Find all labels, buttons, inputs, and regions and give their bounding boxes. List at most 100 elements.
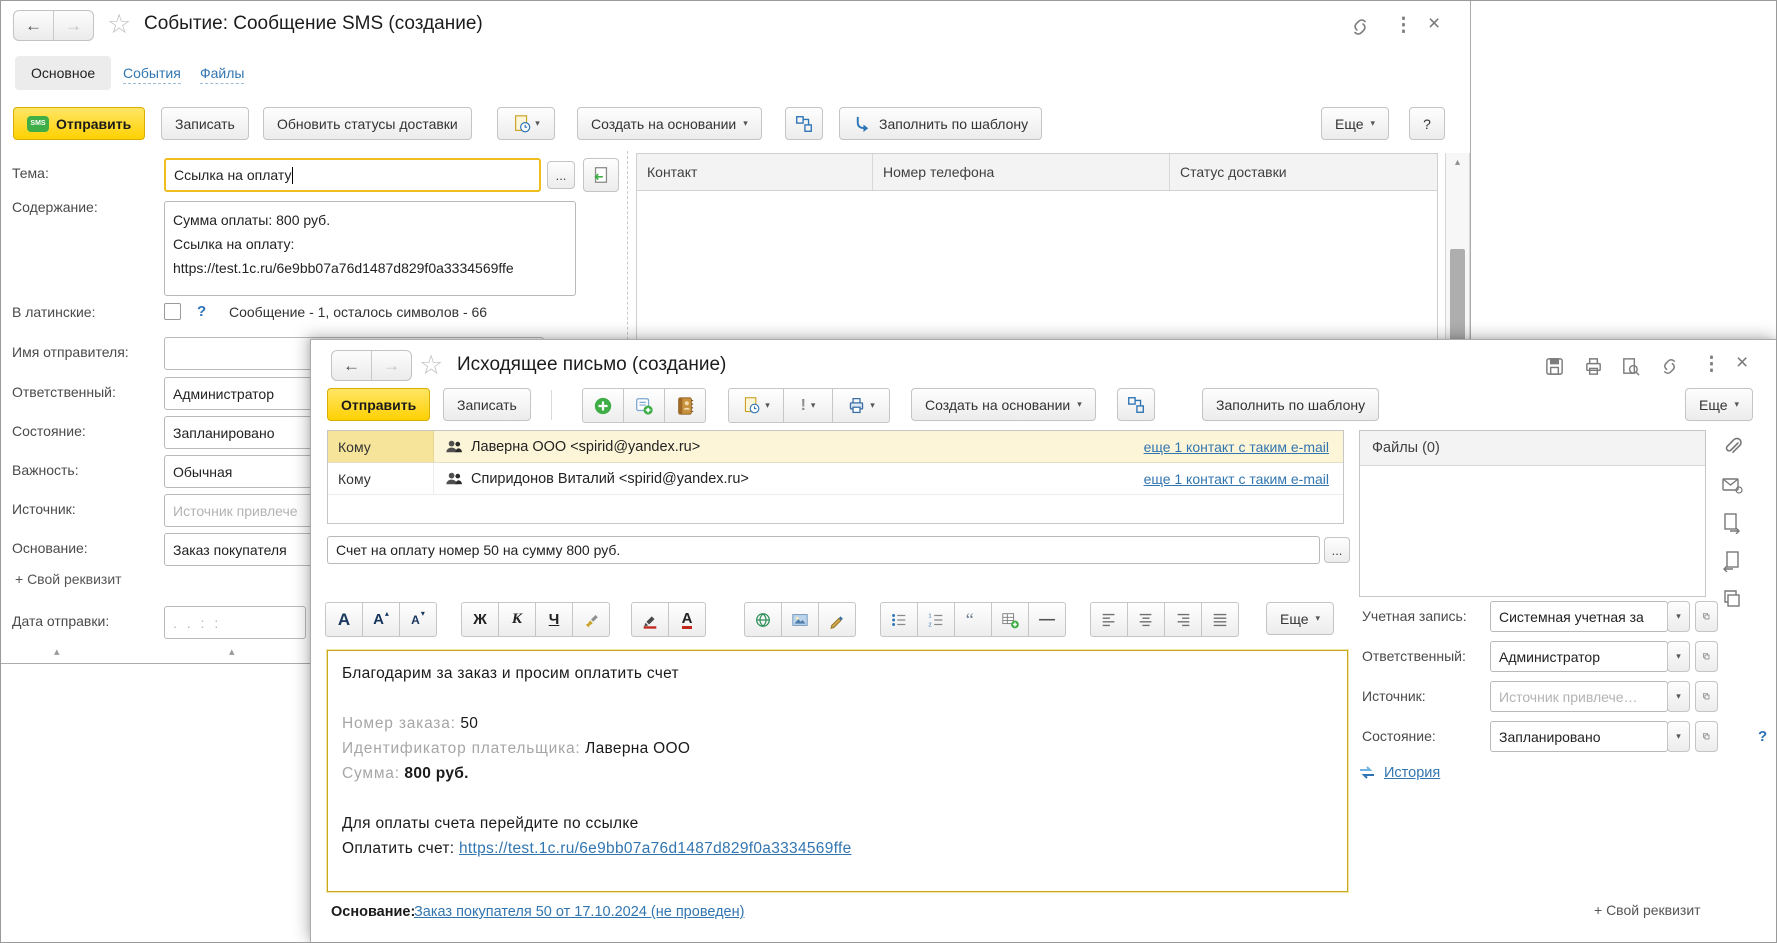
insert-image-button[interactable]: [782, 602, 819, 637]
tab-main[interactable]: Основное: [15, 56, 112, 90]
source-input[interactable]: Источник привлече…: [1490, 681, 1668, 712]
same-email-link[interactable]: еще 1 контакт с таким e-mail: [1144, 471, 1329, 487]
update-delivery-status-button[interactable]: Обновить статусы доставки: [263, 107, 472, 140]
reminder-dropdown-button[interactable]: ▾: [497, 107, 555, 140]
create-based-on-button[interactable]: Создать на основании ▾: [577, 107, 762, 140]
responsible-input[interactable]: Администратор: [1490, 641, 1668, 672]
same-email-link[interactable]: еще 1 контакт с таким e-mail: [1144, 439, 1329, 455]
add-custom-attribute-link[interactable]: + Свой реквизит: [15, 571, 122, 587]
files-panel-header[interactable]: Файлы (0): [1360, 431, 1705, 466]
favorite-star-icon[interactable]: ☆: [419, 352, 443, 379]
preview-icon[interactable]: [1620, 356, 1641, 377]
column-header-phone[interactable]: Номер телефона: [873, 154, 1170, 190]
export-file-icon[interactable]: [1721, 512, 1743, 534]
fill-by-template-button[interactable]: Заполнить по шаблону: [839, 107, 1043, 140]
responsible-dropdown-button[interactable]: ▾: [1667, 641, 1690, 672]
fill-by-template-button[interactable]: Заполнить по шаблону: [1202, 388, 1380, 421]
tab-files[interactable]: Файлы: [200, 65, 245, 84]
print-dropdown-button[interactable]: ▾: [833, 388, 890, 423]
get-link-icon[interactable]: [1349, 16, 1371, 38]
account-input[interactable]: Системная учетная за: [1490, 601, 1668, 632]
help-button[interactable]: ?: [1409, 107, 1445, 140]
address-book-button[interactable]: [665, 388, 706, 423]
insert-template-button[interactable]: [583, 158, 619, 192]
importance-dropdown-button[interactable]: ! ▾: [784, 388, 833, 423]
recipient-role-cell[interactable]: Кому: [328, 463, 434, 494]
tab-events[interactable]: События: [123, 65, 181, 84]
numbered-list-button[interactable]: 12: [918, 602, 955, 637]
state-input[interactable]: Запланировано: [1490, 721, 1668, 752]
subject-choose-button[interactable]: ...: [1324, 537, 1350, 563]
column-header-status[interactable]: Статус доставки: [1170, 154, 1437, 190]
recipient-contact[interactable]: Лаверна ООО <spirid@yandex.ru>: [471, 439, 700, 455]
create-based-on-button[interactable]: Создать на основании ▾: [911, 388, 1096, 421]
underline-button[interactable]: Ч: [536, 602, 573, 637]
favorite-star-icon[interactable]: ☆: [107, 11, 131, 38]
forward-button[interactable]: →: [53, 11, 93, 40]
send-email-button[interactable]: Отправить: [327, 388, 431, 421]
reminder-dropdown-button[interactable]: ▾: [728, 388, 784, 423]
payment-link[interactable]: https://test.1c.ru/6e9bb07a76d1487d829f0…: [459, 840, 852, 857]
add-from-list-button[interactable]: [624, 388, 665, 423]
align-left-button[interactable]: [1090, 602, 1128, 637]
recipient-contact[interactable]: Спиридонов Виталий <spirid@yandex.ru>: [471, 471, 749, 487]
insert-link-button[interactable]: [744, 602, 782, 637]
column-header-contact[interactable]: Контакт: [637, 154, 873, 190]
add-recipient-button[interactable]: [582, 388, 624, 423]
font-decrease-button[interactable]: А ▾: [400, 602, 437, 637]
scroll-up-icon[interactable]: ▴: [1446, 153, 1469, 168]
copy-icon[interactable]: [1721, 588, 1743, 610]
latin-help-icon[interactable]: ?: [197, 303, 206, 320]
print-icon[interactable]: [1583, 356, 1604, 377]
save-button[interactable]: Записать: [161, 107, 249, 140]
theme-choose-button[interactable]: ...: [547, 161, 575, 189]
bullet-list-button[interactable]: [880, 602, 918, 637]
add-custom-attribute-link[interactable]: + Свой реквизит: [1594, 902, 1701, 918]
state-dropdown-button[interactable]: ▾: [1667, 721, 1690, 752]
highlight-color-button[interactable]: [631, 602, 669, 637]
send-date-input[interactable]: . . : :: [164, 606, 306, 639]
font-button[interactable]: А: [325, 602, 363, 637]
related-documents-button[interactable]: [785, 107, 823, 140]
latin-checkbox[interactable]: [164, 303, 181, 320]
align-justify-button[interactable]: [1202, 602, 1239, 637]
related-documents-button[interactable]: [1117, 388, 1155, 421]
more-menu-icon[interactable]: ⋮: [1702, 353, 1721, 376]
get-link-icon[interactable]: [1659, 356, 1680, 377]
insert-table-button[interactable]: [992, 602, 1029, 637]
more-actions-button[interactable]: Еще ▾: [1321, 107, 1390, 140]
account-open-button[interactable]: [1695, 601, 1718, 632]
state-help-icon[interactable]: ?: [1758, 728, 1767, 745]
content-textarea[interactable]: Сумма оплаты: 800 руб. Ссылка на оплату:…: [164, 201, 576, 296]
source-open-button[interactable]: [1695, 681, 1718, 712]
horizontal-rule-button[interactable]: —: [1029, 602, 1066, 637]
more-menu-icon[interactable]: ⋮: [1394, 14, 1413, 37]
align-right-button[interactable]: [1165, 602, 1202, 637]
format-more-button[interactable]: Еще ▾: [1266, 602, 1335, 635]
format-painter-button[interactable]: [573, 602, 610, 637]
mail-attach-icon[interactable]: [1721, 474, 1743, 496]
bold-button[interactable]: Ж: [461, 602, 499, 637]
recipient-row[interactable]: Кому Спиридонов Виталий <spirid@yandex.r…: [328, 463, 1343, 495]
source-dropdown-button[interactable]: ▾: [1667, 681, 1690, 712]
back-button[interactable]: ←: [332, 351, 371, 380]
font-color-button[interactable]: A: [669, 602, 706, 637]
footer-base-link[interactable]: Заказ покупателя 50 от 17.10.2024 (не пр…: [414, 904, 744, 920]
save-button[interactable]: Записать: [443, 388, 531, 421]
scrollbar-thumb[interactable]: [1450, 249, 1465, 341]
close-icon[interactable]: ×: [1736, 351, 1748, 375]
send-sms-button[interactable]: SMS Отправить: [13, 107, 146, 140]
responsible-open-button[interactable]: [1695, 641, 1718, 672]
account-dropdown-button[interactable]: ▾: [1667, 601, 1690, 632]
subject-input[interactable]: Счет на оплату номер 50 на сумму 800 руб…: [327, 536, 1320, 564]
files-panel-body[interactable]: [1360, 466, 1705, 597]
back-button[interactable]: ←: [14, 11, 53, 40]
quote-button[interactable]: “: [955, 602, 992, 637]
signature-button[interactable]: [819, 602, 856, 637]
recipient-role-cell[interactable]: Кому: [328, 431, 434, 462]
forward-button[interactable]: →: [371, 351, 411, 380]
save-icon[interactable]: [1544, 356, 1565, 377]
italic-button[interactable]: К: [499, 602, 536, 637]
history-link[interactable]: История: [1384, 765, 1440, 781]
email-body-editor[interactable]: Благодарим за заказ и просим оплатить сч…: [326, 649, 1349, 893]
